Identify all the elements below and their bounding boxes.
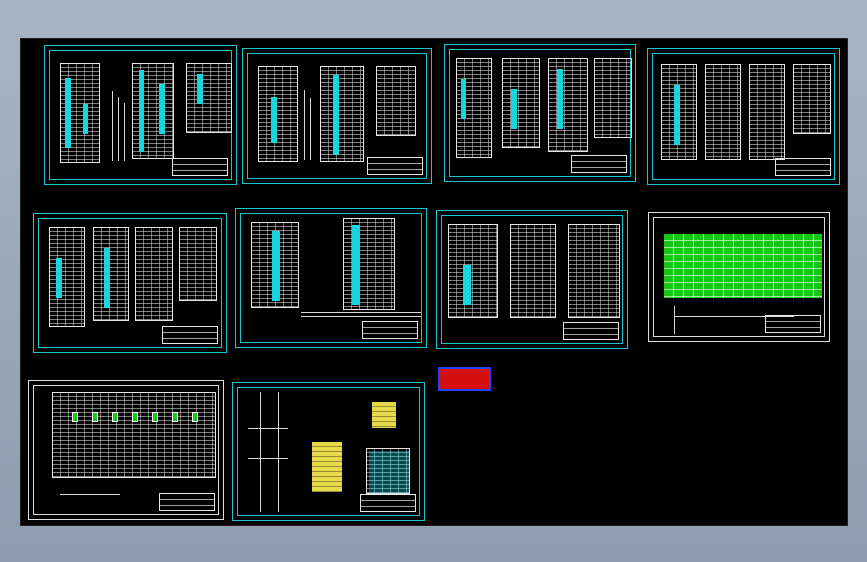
wiring-table — [60, 63, 100, 163]
title-block — [367, 157, 423, 175]
drawing-sheet-7[interactable] — [436, 210, 628, 349]
wiring-table — [502, 58, 540, 148]
sheet-border — [653, 217, 825, 337]
drawing-sheet-2[interactable] — [242, 48, 432, 184]
wiring-table — [135, 227, 173, 321]
schematic-block — [312, 442, 342, 492]
title-block — [162, 326, 218, 344]
title-block — [172, 158, 228, 176]
drawing-sheet-5[interactable] — [33, 213, 227, 353]
title-block — [362, 321, 418, 339]
wiring-table — [320, 66, 364, 162]
title-block — [775, 158, 831, 176]
sheet-border — [49, 50, 232, 180]
drawing-sheet-4[interactable] — [647, 48, 840, 185]
sheet-border — [441, 215, 623, 344]
wiring-table — [510, 224, 556, 318]
title-block — [563, 322, 619, 340]
wiring-table — [749, 64, 785, 160]
wiring-table — [186, 63, 232, 133]
wiring-table — [343, 218, 395, 310]
sheet-border — [240, 213, 422, 343]
wiring-table — [568, 224, 620, 318]
wiring-table — [705, 64, 741, 160]
sheet-border — [33, 385, 219, 515]
title-block — [765, 315, 821, 333]
wiring-table — [366, 448, 410, 494]
sheet-border — [247, 53, 427, 179]
drawing-canvas[interactable] — [20, 38, 848, 526]
sheet-border — [449, 49, 632, 177]
wiring-table — [456, 58, 492, 158]
wiring-table — [49, 227, 85, 327]
drawing-sheet-3[interactable] — [444, 44, 636, 182]
title-block — [159, 493, 215, 511]
wiring-table — [661, 64, 697, 160]
title-block — [571, 155, 627, 173]
wiring-table — [179, 227, 217, 301]
drawing-sheet-9[interactable] — [28, 380, 224, 520]
sheet-border — [38, 218, 222, 348]
wiring-table — [93, 227, 129, 321]
wiring-table — [448, 224, 498, 318]
wiring-table — [132, 63, 174, 159]
wiring-table — [594, 58, 632, 138]
sheet-border — [652, 53, 835, 180]
drawing-sheet-1[interactable] — [44, 45, 237, 185]
title-block — [360, 494, 416, 512]
wiring-table — [52, 392, 216, 478]
stamp-label — [438, 367, 491, 391]
wiring-table — [376, 66, 416, 136]
sheet-border — [237, 387, 420, 516]
drawing-sheet-6[interactable] — [235, 208, 427, 348]
wiring-table — [548, 58, 588, 152]
drawing-sheet-10[interactable] — [232, 382, 425, 521]
schematic-block — [372, 402, 396, 428]
wiring-table — [251, 222, 299, 308]
schematic-block — [664, 234, 822, 298]
wiring-table — [793, 64, 831, 134]
drawing-sheet-8[interactable] — [648, 212, 830, 342]
wiring-table — [258, 66, 298, 162]
